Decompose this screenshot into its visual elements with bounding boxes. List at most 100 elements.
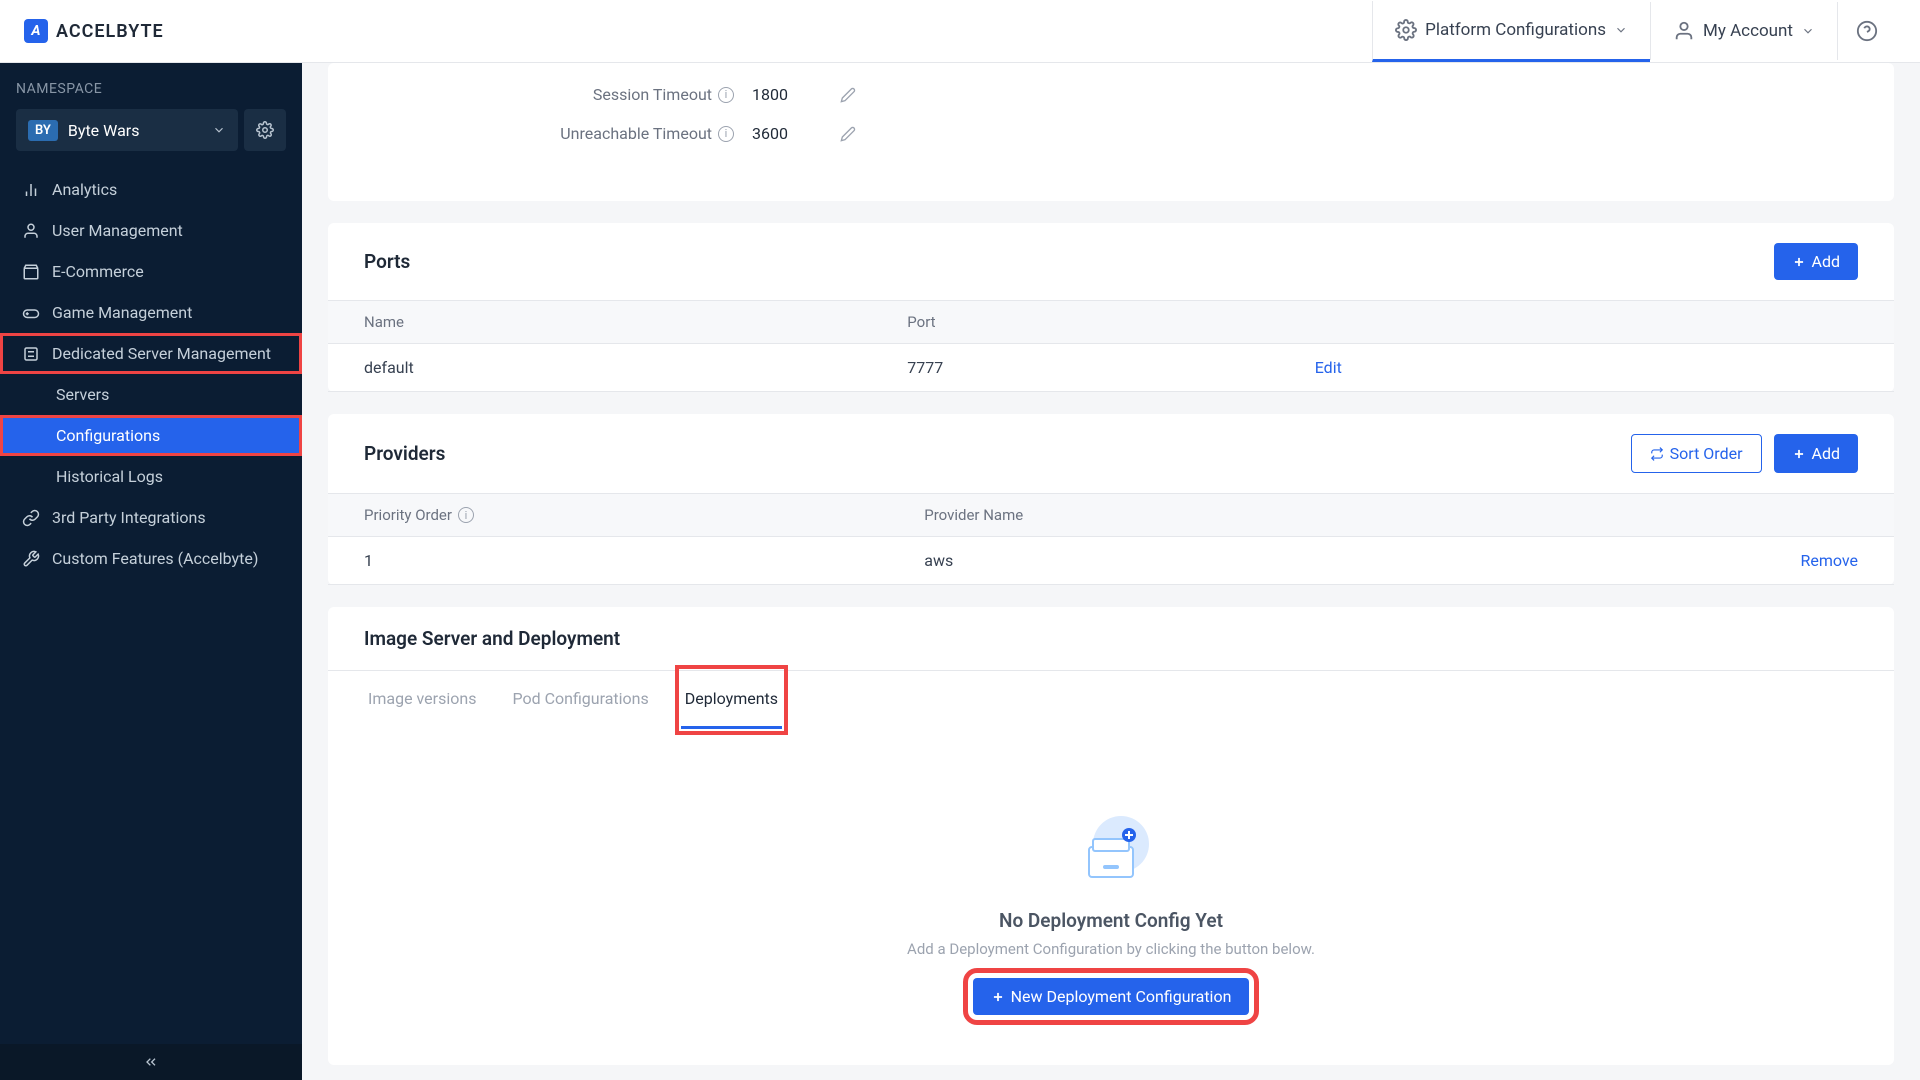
info-icon[interactable]: i xyxy=(718,87,734,103)
sidebar-item-label: Historical Logs xyxy=(56,467,163,486)
new-deployment-button[interactable]: New Deployment Configuration xyxy=(973,978,1250,1015)
sidebar-item-3rd-party-integrations[interactable]: 3rd Party Integrations xyxy=(0,497,302,538)
namespace-label: NAMESPACE xyxy=(16,81,286,97)
session-timeout-row: Session Timeout i 1800 xyxy=(364,75,1858,114)
plus-icon xyxy=(1792,447,1806,461)
deployment-card: Image Server and Deployment Image versio… xyxy=(328,607,1894,1065)
sidebar-item-label: Analytics xyxy=(52,180,117,199)
sidebar-collapse-button[interactable] xyxy=(0,1044,302,1080)
sidebar-sub-historical-logs[interactable]: Historical Logs xyxy=(0,456,302,497)
remove-provider-link[interactable]: Remove xyxy=(1800,551,1858,570)
timeout-card: Session Timeout i 1800 Unreachable Timeo… xyxy=(328,63,1894,201)
sidebar-item-label: Custom Features (Accelbyte) xyxy=(52,549,258,568)
info-icon[interactable]: i xyxy=(458,507,474,523)
sidebar-item-label: Game Management xyxy=(52,303,192,322)
header-right: Platform Configurations My Account xyxy=(1372,1,1896,61)
ports-table: Name Port default 7777 Edit xyxy=(328,300,1894,392)
ports-header: Ports Add xyxy=(328,223,1894,300)
namespace-badge: BY xyxy=(28,120,58,141)
logo-text: ACCELBYTE xyxy=(56,21,164,42)
add-provider-button[interactable]: Add xyxy=(1774,434,1858,473)
logo-icon: A xyxy=(24,19,48,43)
tab-deployments[interactable]: Deployments xyxy=(681,671,782,729)
sidebar-item-analytics[interactable]: Analytics xyxy=(0,169,302,210)
label-text: Session Timeout xyxy=(593,85,712,104)
namespace-section: NAMESPACE BY Byte Wars xyxy=(0,63,302,161)
pencil-icon[interactable] xyxy=(840,87,856,103)
tab-image-versions[interactable]: Image versions xyxy=(364,671,480,729)
sidebar-item-label: Servers xyxy=(56,385,109,404)
providers-actions: Sort Order Add xyxy=(1631,434,1858,473)
folder-plus-icon xyxy=(1071,809,1151,889)
platform-configurations-menu[interactable]: Platform Configurations xyxy=(1372,1,1650,62)
cell-name: default xyxy=(364,358,907,377)
providers-header: Providers Sort Order Add xyxy=(328,414,1894,493)
help-icon xyxy=(1856,20,1878,42)
gamepad-icon xyxy=(22,304,40,322)
new-deployment-label: New Deployment Configuration xyxy=(1011,987,1232,1006)
store-icon xyxy=(22,263,40,281)
col-port: Port xyxy=(907,313,1314,331)
namespace-settings-button[interactable] xyxy=(244,109,286,151)
sidebar-item-user-management[interactable]: User Management xyxy=(0,210,302,251)
my-account-menu[interactable]: My Account xyxy=(1650,2,1837,60)
sidebar-item-label: Dedicated Server Management xyxy=(52,344,271,363)
info-icon[interactable]: i xyxy=(718,126,734,142)
unreachable-timeout-value: 3600 xyxy=(752,124,822,143)
plus-icon xyxy=(991,990,1005,1004)
pencil-icon[interactable] xyxy=(840,126,856,142)
label-text: Priority Order xyxy=(364,506,452,524)
add-port-button[interactable]: Add xyxy=(1774,243,1858,280)
sidebar-nav: Analytics User Management E-Commerce Gam… xyxy=(0,161,302,1044)
empty-title: No Deployment Config Yet xyxy=(999,909,1223,932)
col-actions xyxy=(1671,506,1858,524)
sidebar-item-label: 3rd Party Integrations xyxy=(52,508,206,527)
sidebar-item-game-management[interactable]: Game Management xyxy=(0,292,302,333)
help-button[interactable] xyxy=(1837,2,1896,60)
chevron-double-left-icon xyxy=(143,1054,159,1070)
sidebar-sub-servers[interactable]: Servers xyxy=(0,374,302,415)
chevron-down-icon xyxy=(1801,24,1815,38)
unreachable-timeout-label: Unreachable Timeout i xyxy=(364,124,734,143)
col-name: Name xyxy=(364,313,907,331)
sidebar-item-ecommerce[interactable]: E-Commerce xyxy=(0,251,302,292)
label-text: Unreachable Timeout xyxy=(560,124,712,143)
add-label: Add xyxy=(1812,444,1840,463)
sidebar-item-label: User Management xyxy=(52,221,183,240)
unreachable-timeout-row: Unreachable Timeout i 3600 xyxy=(364,114,1858,153)
chevron-down-icon xyxy=(1614,23,1628,37)
user-icon xyxy=(22,222,40,240)
wrench-icon xyxy=(22,550,40,568)
ports-title: Ports xyxy=(364,250,410,273)
tab-pod-configurations[interactable]: Pod Configurations xyxy=(508,671,652,729)
server-icon xyxy=(22,345,40,363)
add-label: Add xyxy=(1812,252,1840,271)
cell-provider: aws xyxy=(924,551,1671,570)
col-priority: Priority Order i xyxy=(364,506,924,524)
logo[interactable]: A ACCELBYTE xyxy=(24,19,164,43)
sidebar-item-dedicated-server-management[interactable]: Dedicated Server Management xyxy=(0,333,302,374)
sidebar-item-custom-features[interactable]: Custom Features (Accelbyte) xyxy=(0,538,302,579)
edit-port-link[interactable]: Edit xyxy=(1315,358,1342,377)
sort-order-button[interactable]: Sort Order xyxy=(1631,434,1762,473)
ports-card: Ports Add Name Port default 7777 Edit xyxy=(328,223,1894,392)
sidebar-item-label: Configurations xyxy=(56,426,160,445)
main-content: Session Timeout i 1800 Unreachable Timeo… xyxy=(302,63,1920,1080)
session-timeout-label: Session Timeout i xyxy=(364,85,734,104)
cell-port: 7777 xyxy=(907,358,1314,377)
col-provider: Provider Name xyxy=(924,506,1671,524)
table-row: 1 aws Remove xyxy=(328,537,1894,585)
col-actions xyxy=(1315,313,1858,331)
deployment-empty-state: No Deployment Config Yet Add a Deploymen… xyxy=(328,729,1894,1065)
gear-icon xyxy=(1395,19,1417,41)
top-header: A ACCELBYTE Platform Configurations My A… xyxy=(0,0,1920,63)
sidebar-sub-configurations[interactable]: Configurations xyxy=(0,415,302,456)
table-header: Priority Order i Provider Name xyxy=(328,493,1894,537)
gear-icon xyxy=(256,121,274,139)
namespace-selector[interactable]: BY Byte Wars xyxy=(16,109,238,151)
cell-priority: 1 xyxy=(364,551,924,570)
sort-label: Sort Order xyxy=(1670,444,1743,463)
table-row: default 7777 Edit xyxy=(328,344,1894,392)
chevron-down-icon xyxy=(212,123,226,137)
providers-card: Providers Sort Order Add Priority Order … xyxy=(328,414,1894,585)
